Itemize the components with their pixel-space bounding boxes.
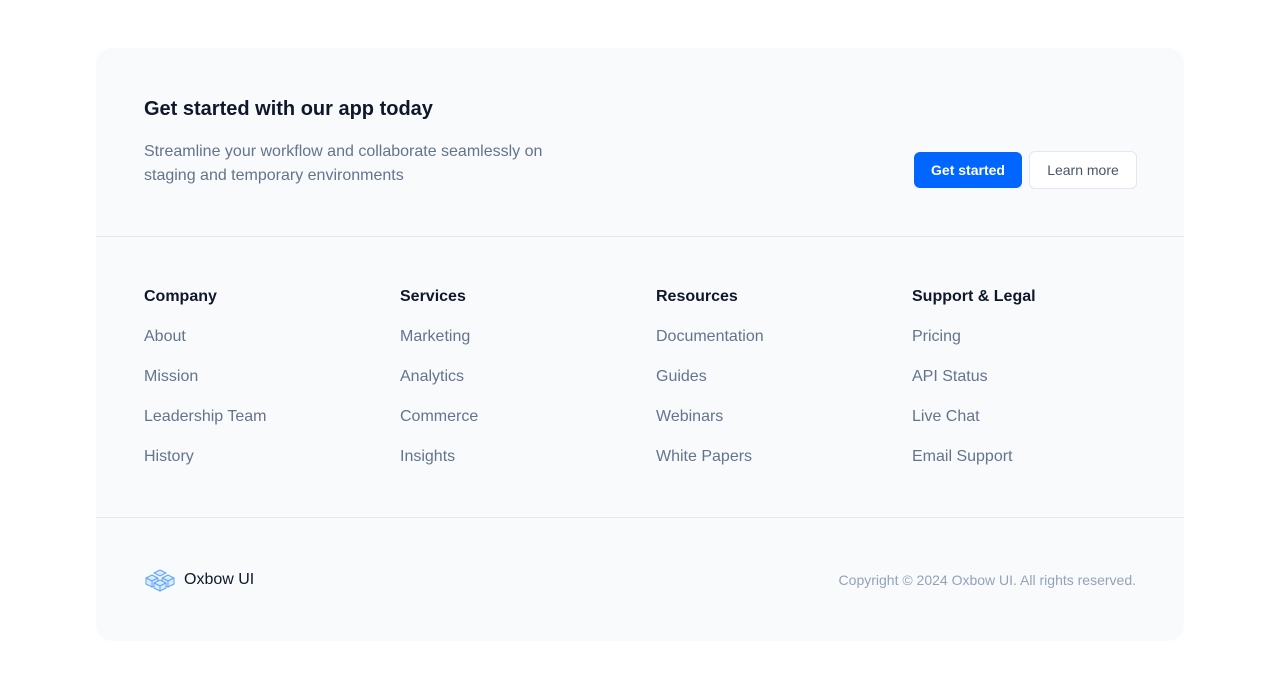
- column-support-legal: Support & Legal Pricing API Status Live …: [912, 287, 1142, 487]
- column-heading: Support & Legal: [912, 288, 1036, 305]
- list-item: History: [144, 447, 374, 487]
- column-heading: Company: [144, 288, 217, 305]
- learn-more-button[interactable]: Learn more: [1029, 151, 1137, 189]
- link-list: About Mission Leadership Team History: [144, 327, 374, 487]
- link-email-support[interactable]: Email Support: [912, 448, 1013, 465]
- list-item: Guides: [656, 367, 886, 407]
- list-item: Webinars: [656, 407, 886, 447]
- link-guides[interactable]: Guides: [656, 368, 707, 385]
- copyright-text: Copyright © 2024 Oxbow UI. All rights re…: [838, 572, 1136, 588]
- link-about[interactable]: About: [144, 328, 186, 345]
- list-item: Commerce: [400, 407, 630, 447]
- list-item: Email Support: [912, 447, 1142, 487]
- get-started-button[interactable]: Get started: [914, 152, 1022, 188]
- list-item: White Papers: [656, 447, 886, 487]
- footer-bottom: Oxbow UI Copyright © 2024 Oxbow UI. All …: [96, 518, 1184, 641]
- link-documentation[interactable]: Documentation: [656, 328, 764, 345]
- cta-title: Get started with our app today: [144, 98, 433, 120]
- link-mission[interactable]: Mission: [144, 368, 198, 385]
- link-insights[interactable]: Insights: [400, 448, 455, 465]
- list-item: Mission: [144, 367, 374, 407]
- column-resources: Resources Documentation Guides Webinars …: [656, 287, 886, 487]
- link-list: Documentation Guides Webinars White Pape…: [656, 327, 886, 487]
- link-history[interactable]: History: [144, 448, 194, 465]
- column-company: Company About Mission Leadership Team Hi…: [144, 287, 374, 487]
- footer-links: Company About Mission Leadership Team Hi…: [96, 237, 1184, 518]
- cta-description: Streamline your workflow and collaborate…: [144, 143, 543, 184]
- link-marketing[interactable]: Marketing: [400, 328, 470, 345]
- column-heading: Services: [400, 288, 466, 305]
- footer-card: Get started with our app today Streamlin…: [96, 48, 1184, 641]
- column-services: Services Marketing Analytics Commerce In…: [400, 287, 630, 487]
- list-item: Documentation: [656, 327, 886, 367]
- brand-link[interactable]: Oxbow UI: [144, 568, 254, 592]
- column-heading: Resources: [656, 288, 738, 305]
- list-item: Analytics: [400, 367, 630, 407]
- link-commerce[interactable]: Commerce: [400, 408, 478, 425]
- link-list: Marketing Analytics Commerce Insights: [400, 327, 630, 487]
- list-item: Live Chat: [912, 407, 1142, 447]
- link-webinars[interactable]: Webinars: [656, 408, 723, 425]
- link-live-chat[interactable]: Live Chat: [912, 408, 980, 425]
- link-list: Pricing API Status Live Chat Email Suppo…: [912, 327, 1142, 487]
- link-pricing[interactable]: Pricing: [912, 328, 961, 345]
- link-leadership-team[interactable]: Leadership Team: [144, 408, 266, 425]
- list-item: Leadership Team: [144, 407, 374, 447]
- list-item: About: [144, 327, 374, 367]
- list-item: Insights: [400, 447, 630, 487]
- link-white-papers[interactable]: White Papers: [656, 448, 752, 465]
- list-item: Marketing: [400, 327, 630, 367]
- list-item: Pricing: [912, 327, 1142, 367]
- brand-name: Oxbow UI: [184, 571, 255, 588]
- list-item: API Status: [912, 367, 1142, 407]
- cube-cluster-icon: [145, 569, 175, 592]
- link-api-status[interactable]: API Status: [912, 368, 988, 385]
- cta-section: Get started with our app today Streamlin…: [96, 48, 1184, 237]
- link-analytics[interactable]: Analytics: [400, 368, 464, 385]
